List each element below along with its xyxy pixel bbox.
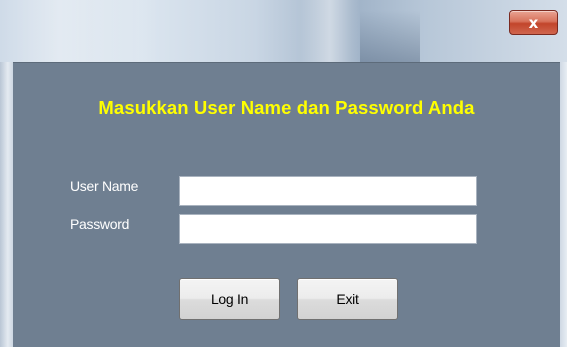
title-bar-glass-reflection bbox=[300, 0, 360, 62]
exit-button[interactable]: Exit bbox=[297, 278, 398, 320]
login-form: Masukkan User Name dan Password Anda Use… bbox=[13, 62, 560, 347]
title-bar: x bbox=[0, 0, 567, 62]
window-frame-right bbox=[560, 62, 567, 347]
password-label: Password bbox=[70, 216, 130, 232]
login-button[interactable]: Log In bbox=[179, 278, 280, 320]
close-button[interactable]: x bbox=[509, 10, 558, 35]
username-label: User Name bbox=[70, 178, 139, 194]
form-heading: Masukkan User Name dan Password Anda bbox=[98, 97, 475, 118]
username-input[interactable] bbox=[179, 176, 477, 206]
close-icon: x bbox=[528, 14, 539, 32]
login-window: x Masukkan User Name dan Password Anda U… bbox=[0, 0, 567, 347]
window-frame-left bbox=[0, 62, 13, 347]
password-input[interactable] bbox=[179, 214, 477, 244]
title-bar-glass-shade bbox=[360, 10, 420, 62]
